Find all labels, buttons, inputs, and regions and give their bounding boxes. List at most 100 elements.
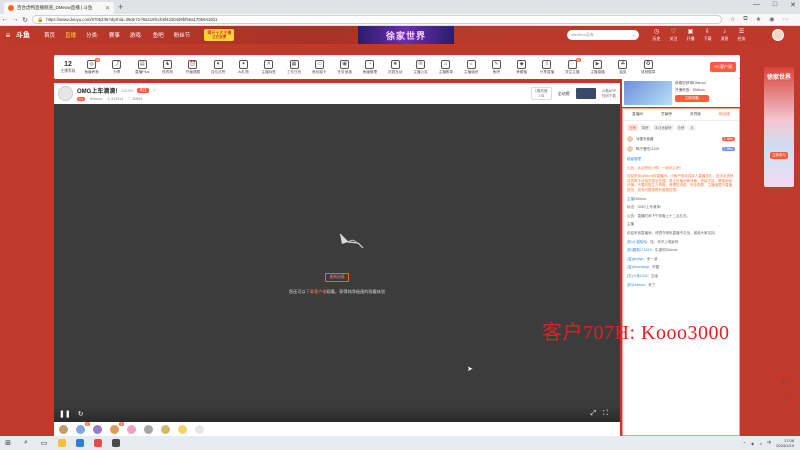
menu-icon[interactable]: ≡ — [0, 31, 16, 40]
windows-start-icon[interactable]: ⊞ — [4, 439, 12, 447]
side-ad[interactable]: 徐家世界 立即参与 — [764, 67, 794, 187]
chat-username[interactable]: (灰)小鱼1234： — [627, 274, 651, 278]
forward-button[interactable]: → — [10, 16, 20, 23]
gift-item[interactable] — [59, 424, 68, 434]
chat-username[interactable]: 主播 — [627, 197, 634, 201]
follow-button[interactable]: 关注 — [137, 88, 149, 93]
reload-stream-button[interactable]: 重新加载 — [325, 273, 349, 282]
refresh-float-icon[interactable]: ↻ — [782, 380, 787, 387]
chat-username[interactable]: 超级管理 — [627, 157, 641, 161]
minimize-button[interactable]: — — [753, 1, 760, 9]
tool-item[interactable]: ✦ AI礼物 — [231, 59, 256, 75]
tool-item[interactable]: ▭ 鱼玩抽卡 — [307, 59, 332, 75]
tool-item[interactable]: ❀ 花园互动 — [383, 59, 408, 75]
gift-item[interactable] — [93, 424, 102, 434]
tasks-button[interactable]: ☰ 任务 — [735, 29, 748, 42]
gift-item[interactable] — [161, 424, 170, 434]
tool-item[interactable]: ✪ 成就徽章 — [636, 59, 661, 75]
fullscreen-icon[interactable]: ⛶ — [603, 410, 608, 418]
ad-button[interactable]: 立即参与 — [770, 152, 788, 159]
subtab-day[interactable]: 日榜 — [627, 124, 638, 131]
app-download[interactable]: 斗鱼APP 扫码下载 — [602, 89, 616, 98]
pc-client-button[interactable]: PC客户端 — [710, 62, 736, 72]
tab-fans[interactable]: 粉丝团 — [719, 112, 730, 117]
chat-username[interactable]: (蓝)Moonwdip： — [627, 265, 652, 269]
video-player[interactable]: 重新加载 您还可以下载客户端观看，获得纯净极速的观看体验 ➤ ❚❚ ↻ ⤢ ⛶ — [54, 104, 620, 422]
promo-button[interactable]: 立即领取 — [675, 95, 709, 102]
tool-item[interactable]: ◎ 鱼塘养鱼热 — [79, 57, 104, 75]
tool-item[interactable]: ⤴ 分享 — [104, 59, 129, 75]
follow-list-button[interactable]: ♡ 关注 — [667, 29, 680, 42]
tool-item[interactable]: ◔ 鱼塘管理 — [357, 59, 382, 75]
gift-item[interactable] — [178, 424, 187, 434]
tool-item[interactable]: ✎ 鱼吧 — [484, 59, 509, 75]
chat-username[interactable]: (粉)DMeow： — [627, 283, 648, 287]
header-banner[interactable]: 徐家世界 — [358, 26, 454, 44]
nav-fan-festival[interactable]: 粉丝节 — [174, 31, 191, 39]
anchor-avatar[interactable] — [58, 86, 73, 101]
gift-item[interactable] — [195, 424, 204, 434]
rank-row[interactable]: 鸭子爱吃11100 1.98w — [623, 144, 739, 154]
chat-username[interactable]: (粉)小猫哈哈： — [627, 240, 650, 244]
tool-item[interactable]: ♥ 百位点赞 — [205, 59, 230, 75]
close-tab-icon[interactable]: ✕ — [105, 5, 110, 12]
task-view-icon[interactable]: ▭ — [40, 439, 48, 447]
taskbar-app-icon[interactable] — [112, 439, 120, 447]
start-stream-button[interactable]: ▣ 开播 — [684, 29, 697, 42]
gift-item[interactable] — [127, 424, 136, 434]
nav-games[interactable]: 游戏· — [130, 31, 143, 39]
subtab-month[interactable]: 月 — [688, 124, 696, 131]
refresh-icon[interactable]: ↻ — [78, 410, 84, 418]
tool-item[interactable]: ▣ 任务宝箱 — [332, 59, 357, 75]
gift-item[interactable]: 新 — [110, 421, 124, 434]
chat-username[interactable]: (蓝)jieyliye： — [627, 257, 647, 261]
tool-item[interactable]: ♫ 主播歌单 — [433, 59, 458, 75]
chat-username[interactable]: (粉)酸鸭171819： — [627, 248, 655, 252]
browser-tab[interactable]: 百合虎鸭直播频道_DMeow直播 | 斗鱼 ✕ — [4, 2, 114, 14]
volume-icon[interactable]: ♫ — [759, 441, 762, 446]
nav-category[interactable]: 分类· — [86, 31, 99, 39]
tool-item[interactable]: ▦ 工作日历 — [281, 59, 306, 75]
vote-badge[interactable]: 揭开十大主播 正在投票 — [204, 29, 235, 41]
nav-live[interactable]: 直播 — [65, 31, 76, 39]
tab-live-room[interactable]: 直播间 — [632, 112, 643, 117]
tool-item[interactable]: # 主播标签 — [256, 59, 281, 75]
app-thumbnail[interactable] — [575, 88, 596, 99]
file-explorer-icon[interactable] — [58, 439, 66, 447]
share-icon[interactable]: ⚐ — [153, 88, 157, 94]
tray-chevron-icon[interactable]: ⌃ — [743, 441, 746, 446]
clock[interactable]: 17:08 2024/1/19 — [776, 438, 794, 448]
douyu-logo[interactable]: 斗鱼 — [16, 30, 30, 40]
taskbar-app-icon[interactable] — [94, 439, 102, 447]
tool-item[interactable]: ☘ 抽奖 — [610, 59, 635, 75]
history-button[interactable]: ◷ 历史 — [650, 29, 663, 42]
tab-vip[interactable]: 贵宾席 — [690, 112, 701, 117]
favorites-icon[interactable]: ★ — [756, 16, 761, 23]
search-input[interactable]: ultraRex没有 ⌕ — [567, 30, 639, 40]
gift-item[interactable] — [144, 424, 153, 434]
messages-button[interactable]: ♪ 消息 — [718, 29, 731, 42]
taskbar-search-icon[interactable]: ⌕ — [22, 439, 30, 447]
nav-home[interactable]: 首页 — [44, 31, 55, 39]
tool-item[interactable]: ♞ 修改狗 — [155, 59, 180, 75]
more-icon[interactable]: ⋯ — [782, 16, 788, 23]
reload-button[interactable]: ↻ — [20, 16, 30, 24]
side-promo[interactable]: 恭喜您获得DMeow！ 开通贵族 · DMeow 立即领取 — [622, 79, 740, 107]
download-button[interactable]: ⇩ 下载 — [701, 29, 714, 42]
tool-item[interactable]: ✉ 主播公告 — [408, 59, 433, 75]
nav-events[interactable]: 赛事 — [109, 31, 120, 39]
subtab-total[interactable]: 总榜 — [675, 124, 687, 131]
gift-item[interactable]: 新 — [76, 421, 90, 434]
tool-item[interactable]: ▤ 直播Plus — [130, 59, 155, 75]
back-button[interactable]: ← — [0, 16, 10, 23]
new-tab-button[interactable]: + — [118, 2, 123, 12]
fullscreen-web-icon[interactable]: ⤢ — [590, 410, 596, 418]
weekly-heat[interactable]: 1周热度 178 — [530, 87, 552, 100]
tool-item[interactable]: ☼ 主播值班 — [458, 59, 483, 75]
subtab-month-contrib[interactable]: 本月贡献榜 — [652, 124, 674, 131]
tool-item[interactable]: ◆ 荣耀值 — [509, 59, 534, 75]
user-avatar[interactable] — [772, 29, 784, 41]
extensions-icon[interactable]: ⧉ — [743, 16, 747, 23]
all-sites-rank[interactable]: 全站榜 — [558, 91, 570, 97]
tool-item[interactable]: ♡ 关注主播新 — [560, 57, 585, 75]
